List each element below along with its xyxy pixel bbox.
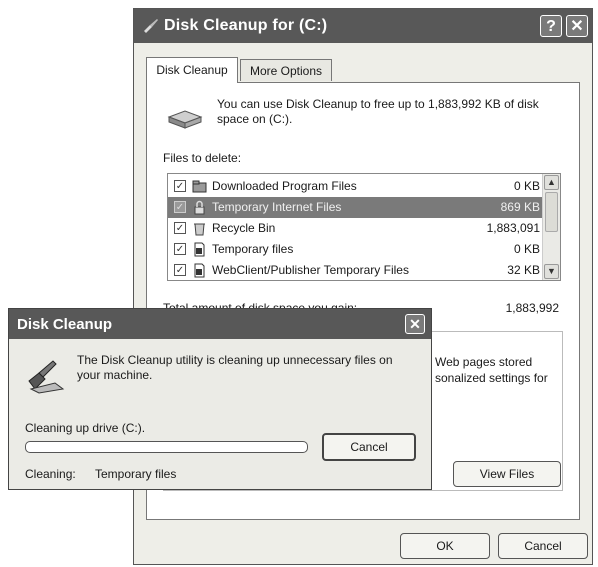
broom-icon (144, 19, 158, 33)
file-name: Temporary files (212, 242, 294, 256)
lock-icon (194, 200, 205, 215)
intro-text: You can use Disk Cleanup to free up to 1… (217, 97, 539, 126)
file-icon (194, 242, 205, 257)
file-size: 32 KB (507, 263, 540, 277)
file-size: 1,883,091 (486, 221, 540, 235)
total-space-value: 1,883,992 (505, 301, 559, 315)
cleaning-label: Cleaning: (25, 467, 76, 481)
dialog-titlebar[interactable]: Disk Cleanup ✕ (9, 309, 431, 339)
cleanup-progress-dialog: Disk Cleanup ✕ The Disk Cleanup utility … (8, 308, 432, 490)
scroll-thumb[interactable] (545, 192, 558, 232)
cleaning-value: Temporary files (95, 467, 177, 481)
list-item[interactable]: ✓ Temporary files 0 KB (168, 239, 544, 260)
file-icon (194, 263, 205, 278)
file-size: 0 KB (513, 242, 540, 256)
files-scrollbar[interactable]: ▲ ▼ (542, 174, 560, 280)
cancel-button[interactable]: Cancel (498, 533, 588, 559)
tab-more-options[interactable]: More Options (240, 59, 332, 81)
dialog-title: Disk Cleanup (17, 316, 113, 333)
scroll-down-button[interactable]: ▼ (544, 264, 559, 279)
recycle-bin-icon (194, 223, 205, 236)
file-size: 869 KB (500, 200, 540, 214)
list-item[interactable]: ✓ Recycle Bin 1,883,091 (168, 218, 544, 239)
dialog-message: The Disk Cleanup utility is cleaning up … (77, 353, 393, 382)
close-button[interactable]: ✕ (566, 15, 588, 37)
files-to-delete-label: Files to delete: (163, 151, 242, 165)
file-name: WebClient/Publisher Temporary Files (212, 263, 409, 277)
list-item[interactable]: ✓ Downloaded Program Files 0 KB (168, 176, 544, 197)
ok-button[interactable]: OK (400, 533, 490, 559)
checkbox[interactable]: ✓ (174, 222, 186, 234)
scroll-up-button[interactable]: ▲ (544, 175, 559, 190)
checkbox[interactable]: ✓ (174, 180, 186, 192)
files-list[interactable]: ✓ Downloaded Program Files 0 KB ✓ Tempor… (167, 173, 561, 281)
description-text: sonalized settings for (435, 371, 548, 385)
hard-drive-icon (167, 110, 203, 129)
view-files-button[interactable]: View Files (453, 461, 561, 487)
checkbox[interactable]: ✓ (174, 243, 186, 255)
checkbox[interactable]: ✓ (174, 201, 186, 213)
file-name: Temporary Internet Files (212, 200, 342, 214)
list-item[interactable]: ✓ Temporary Internet Files 869 KB (168, 197, 544, 218)
file-size: 0 KB (513, 179, 540, 193)
help-button[interactable]: ? (540, 15, 562, 37)
checkbox[interactable]: ✓ (174, 264, 186, 276)
folder-icon (192, 180, 207, 193)
description-text: Web pages stored (435, 355, 533, 369)
list-item[interactable]: ✓ WebClient/Publisher Temporary Files 32… (168, 260, 544, 280)
titlebar[interactable]: Disk Cleanup for (C:) ? ✕ (134, 9, 592, 43)
cleaning-status: Cleaning up drive (C:). (25, 421, 146, 435)
tab-disk-cleanup[interactable]: Disk Cleanup (146, 57, 238, 83)
broom-icon (28, 360, 65, 394)
progress-bar (25, 441, 308, 453)
file-name: Downloaded Program Files (212, 179, 357, 193)
dialog-cancel-button[interactable]: Cancel (322, 433, 416, 461)
window-title: Disk Cleanup for (C:) (164, 17, 328, 34)
dialog-close-button[interactable]: ✕ (405, 314, 425, 334)
file-name: Recycle Bin (212, 221, 276, 235)
